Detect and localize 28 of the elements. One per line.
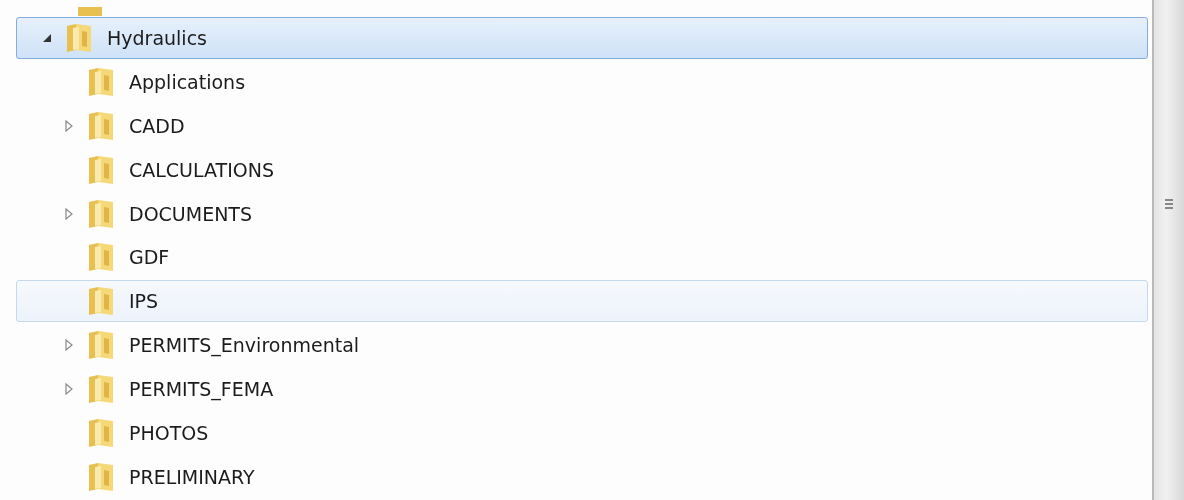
tree-item[interactable]: PRELIMINARY: [16, 456, 1148, 498]
folder-label: Applications: [129, 70, 246, 93]
folder-label: PERMITS_FEMA: [129, 378, 274, 401]
expand-arrow-icon[interactable]: [63, 339, 75, 352]
tree-item[interactable]: Applications: [16, 60, 1148, 103]
expand-arrow-icon[interactable]: [63, 119, 75, 132]
folder-label: Hydraulics: [107, 26, 207, 49]
folder-label: PHOTOS: [129, 422, 209, 445]
tree-item[interactable]: Hydraulics: [16, 16, 1148, 59]
tree-item[interactable]: DOCUMENTS: [16, 192, 1148, 235]
folder-label: IPS: [129, 290, 159, 313]
tree-item[interactable]: IPS: [16, 280, 1148, 323]
scrollbar[interactable]: [1152, 0, 1184, 500]
tree-item[interactable]: CALCULATIONS: [16, 148, 1148, 191]
folder-label: CADD: [129, 114, 185, 137]
expand-arrow-icon[interactable]: [63, 383, 75, 396]
expand-arrow-icon[interactable]: [63, 207, 75, 220]
folder-label: GDF: [129, 246, 170, 269]
grip-icon[interactable]: [1164, 198, 1174, 210]
folder-label: CALCULATIONS: [129, 158, 274, 181]
folder-label: PERMITS_Environmental: [129, 334, 360, 357]
folder-label: PRELIMINARY: [129, 466, 255, 488]
tree-item[interactable]: PERMITS_Environmental: [16, 324, 1148, 367]
folder-label: DOCUMENTS: [129, 202, 253, 225]
tree-item[interactable]: CADD: [16, 104, 1148, 147]
tree-item[interactable]: GDF: [16, 236, 1148, 279]
tree-item[interactable]: PHOTOS: [16, 412, 1148, 455]
tree-item[interactable]: PERMITS_FEMA: [16, 368, 1148, 411]
